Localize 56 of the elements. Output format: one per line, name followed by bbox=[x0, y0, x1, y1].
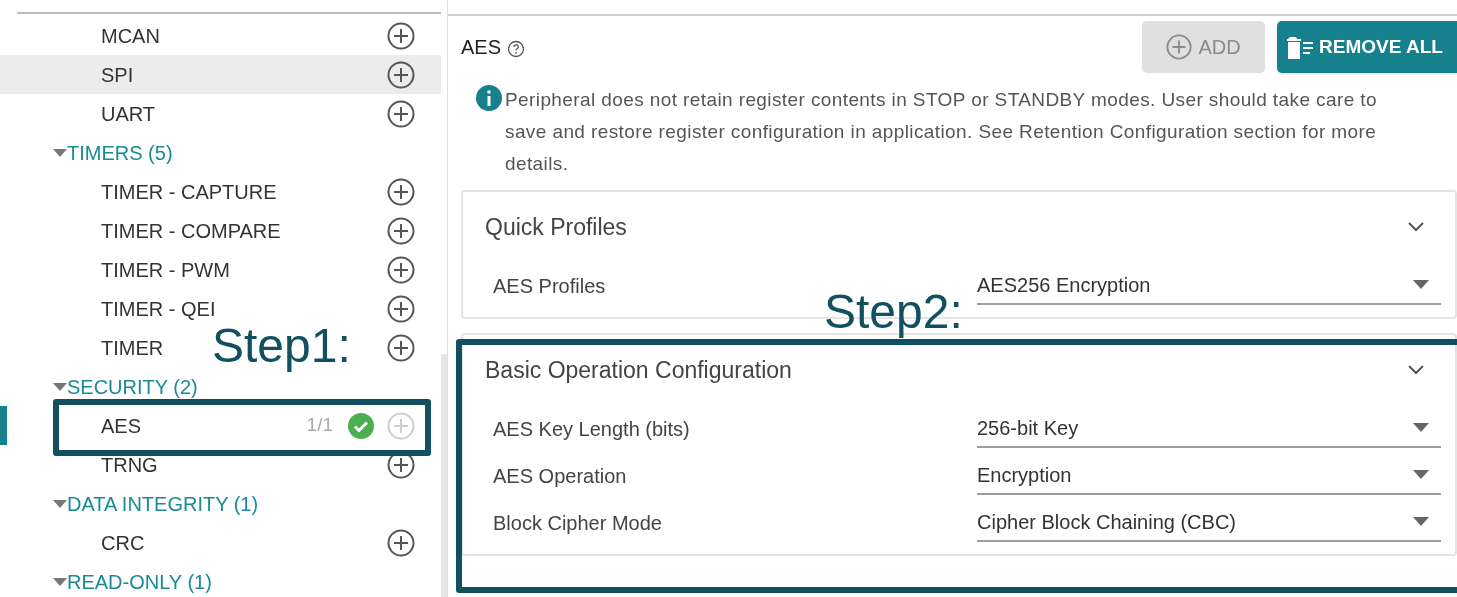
dropdown-arrow-icon bbox=[1413, 470, 1429, 479]
field-label: AES Profiles bbox=[492, 273, 607, 299]
field-label: AES Key Length (bits) bbox=[492, 416, 691, 442]
add-circle-icon[interactable] bbox=[387, 60, 415, 89]
annotation-label: Step2: bbox=[824, 286, 963, 338]
sidebar-item[interactable]: AES bbox=[101, 410, 142, 441]
dropdown[interactable]: AES256 Encryption bbox=[977, 266, 1441, 305]
sidebar-item[interactable]: TRNG bbox=[101, 449, 158, 480]
trash-list-icon bbox=[1285, 34, 1315, 60]
field-label: AES Operation bbox=[492, 463, 628, 489]
sidebar-row[interactable]: SPI bbox=[0, 55, 441, 94]
category-header[interactable]: DATA INTEGRITY (1) bbox=[67, 492, 259, 515]
item-count: 1/1 bbox=[306, 413, 333, 438]
dropdown[interactable]: Encryption bbox=[977, 456, 1441, 495]
section-title[interactable]: Basic Operation Configuration bbox=[485, 352, 1407, 388]
category-header[interactable]: READ-ONLY (1) bbox=[67, 570, 212, 593]
help-icon[interactable] bbox=[507, 40, 526, 58]
info-text: Peripheral does not retain register contents in STOP or STANDBY modes. User should take care to save and restore register configuration in application. See Retention Configuration section for more details. bbox=[505, 88, 1378, 176]
add-circle-icon[interactable] bbox=[387, 333, 415, 362]
sidebar-item[interactable]: CRC bbox=[101, 527, 145, 558]
info-icon bbox=[475, 84, 503, 112]
sidebar-item[interactable]: TIMER - COMPARE bbox=[101, 215, 281, 246]
expand-triangle-icon[interactable] bbox=[53, 382, 67, 391]
dropdown-arrow-icon bbox=[1413, 280, 1429, 289]
expand-triangle-icon[interactable] bbox=[53, 148, 67, 157]
add-circle-icon[interactable] bbox=[387, 255, 415, 284]
panel-title: AES bbox=[461, 35, 502, 60]
expand-triangle-icon[interactable] bbox=[53, 577, 67, 586]
add-circle-icon[interactable] bbox=[387, 177, 415, 206]
add-circle-icon[interactable] bbox=[387, 216, 415, 245]
dropdown-arrow-icon bbox=[1413, 423, 1429, 432]
chevron-icon[interactable] bbox=[1407, 364, 1425, 376]
field-label: Block Cipher Mode bbox=[492, 510, 663, 536]
sidebar-item[interactable]: MCAN bbox=[101, 20, 160, 51]
scrollbar[interactable] bbox=[441, 354, 447, 597]
sidebar-item[interactable]: TIMER - PWM bbox=[101, 254, 230, 285]
add-circle-icon bbox=[1166, 34, 1193, 60]
add-circle-icon[interactable] bbox=[387, 99, 415, 128]
section-title[interactable]: Quick Profiles bbox=[485, 209, 1407, 245]
add-circle-icon[interactable] bbox=[387, 528, 415, 557]
sidebar-item[interactable]: SPI bbox=[101, 59, 134, 90]
sidebar-item[interactable]: UART bbox=[101, 98, 156, 129]
category-header[interactable]: TIMERS (5) bbox=[67, 141, 173, 164]
sidebar-item[interactable]: TIMER - QEI bbox=[101, 293, 216, 324]
expand-triangle-icon[interactable] bbox=[53, 499, 67, 508]
category-header[interactable]: SECURITY (2) bbox=[67, 375, 198, 398]
chevron-icon[interactable] bbox=[1407, 221, 1425, 233]
dropdown-arrow-icon bbox=[1413, 517, 1429, 526]
add-circle-icon[interactable] bbox=[387, 294, 415, 323]
remove-all-button[interactable]: REMOVE ALL bbox=[1277, 21, 1457, 73]
annotation-label: Step1: bbox=[212, 322, 351, 370]
sidebar-item[interactable]: TIMER - CAPTURE bbox=[101, 176, 277, 207]
dropdown[interactable]: Cipher Block Chaining (CBC) bbox=[977, 503, 1441, 542]
add-circle-icon[interactable] bbox=[387, 21, 415, 50]
sidebar-item[interactable]: TIMER bbox=[101, 332, 164, 363]
dropdown[interactable]: 256-bit Key bbox=[977, 409, 1441, 448]
